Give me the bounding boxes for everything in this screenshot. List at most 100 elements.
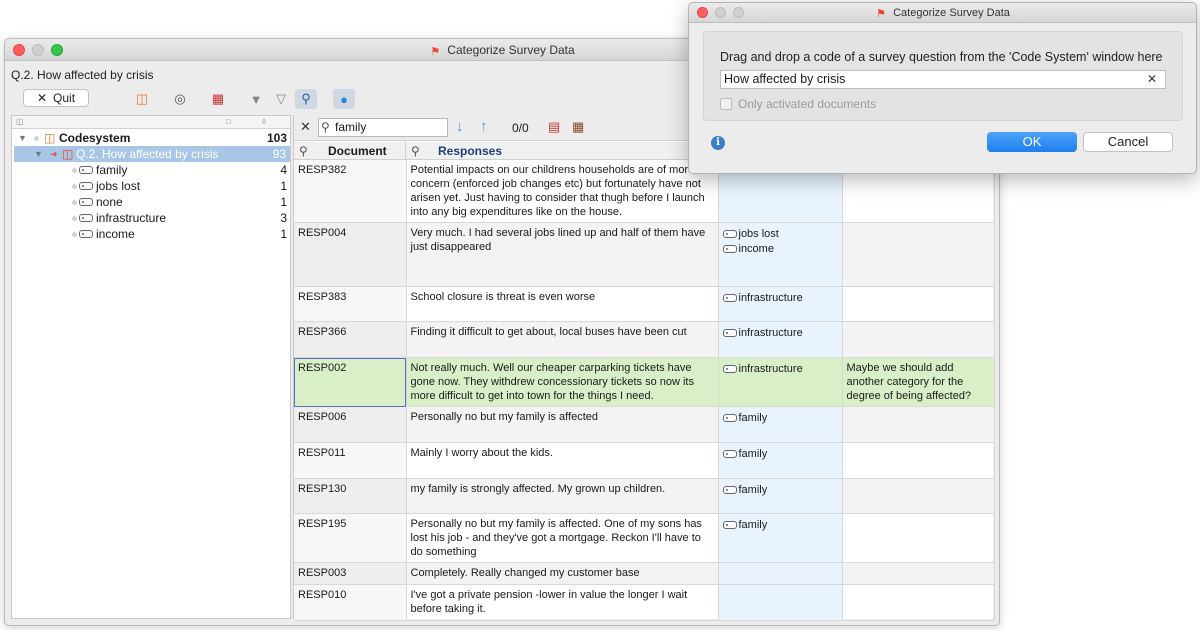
- codesystem-icon[interactable]: ◫: [131, 89, 153, 109]
- tree-item-codesystem[interactable]: ▼ ◫ Codesystem 103: [12, 130, 291, 146]
- table-row[interactable]: RESP003 Completely. Really changed my cu…: [294, 562, 995, 585]
- table-row[interactable]: RESP366 Finding it difficult to get abou…: [294, 321, 995, 358]
- response-cell[interactable]: Mainly I worry about the kids.: [406, 442, 719, 479]
- codes-cell[interactable]: infrastructure: [718, 286, 843, 322]
- code-chip[interactable]: family: [722, 518, 838, 532]
- zoom-dialog-button[interactable]: [733, 7, 744, 18]
- code-chip[interactable]: income: [722, 242, 838, 256]
- table-row[interactable]: RESP004 Very much. I had several jobs li…: [294, 222, 995, 287]
- memo-cell[interactable]: [842, 442, 995, 479]
- info-icon[interactable]: i: [711, 136, 725, 150]
- response-cell[interactable]: Personally no but my family is affected: [406, 406, 719, 443]
- table-row[interactable]: RESP010 I've got a private pension -lowe…: [294, 584, 995, 621]
- tree-item-code[interactable]: infrastructure 3: [12, 210, 291, 226]
- drop-zone[interactable]: Drag and drop a code of a survey questio…: [703, 31, 1183, 121]
- checkbox-box[interactable]: [720, 98, 732, 110]
- column-header-document[interactable]: ⚲ Document: [294, 142, 406, 160]
- codes-cell[interactable]: jobs lost income: [718, 222, 843, 287]
- document-cell[interactable]: RESP382: [294, 160, 407, 223]
- code-chip[interactable]: jobs lost: [722, 227, 838, 241]
- table-row[interactable]: RESP130 my family is strongly affected. …: [294, 478, 995, 514]
- response-cell[interactable]: my family is strongly affected. My grown…: [406, 478, 719, 514]
- memo-cell[interactable]: [842, 513, 995, 563]
- export-document-icon[interactable]: ▤: [548, 119, 560, 135]
- close-dialog-button[interactable]: [697, 7, 708, 18]
- codes-cell[interactable]: infrastructure: [718, 321, 843, 358]
- document-cell[interactable]: RESP366: [294, 321, 407, 358]
- document-cell[interactable]: RESP383: [294, 286, 407, 322]
- clear-filter-icon[interactable]: ▽: [270, 89, 292, 109]
- codes-cell[interactable]: [718, 562, 843, 585]
- new-code-icon[interactable]: ◎: [169, 89, 191, 109]
- table-view-icon[interactable]: ▦: [572, 119, 584, 135]
- memo-cell[interactable]: [842, 584, 995, 621]
- tree-item-code[interactable]: jobs lost 1: [12, 178, 291, 194]
- comment-icon[interactable]: ●: [333, 89, 355, 109]
- document-cell[interactable]: RESP195: [294, 513, 407, 563]
- memo-cell[interactable]: [842, 478, 995, 514]
- ok-button[interactable]: OK: [987, 132, 1077, 152]
- codes-cell[interactable]: family: [718, 406, 843, 443]
- arrow-up-icon[interactable]: ↑: [480, 118, 488, 135]
- memo-cell[interactable]: [842, 321, 995, 358]
- code-chip[interactable]: family: [722, 447, 838, 461]
- minimize-dialog-button[interactable]: [715, 7, 726, 18]
- memo-cell[interactable]: [842, 562, 995, 585]
- close-search-icon[interactable]: ✕: [300, 119, 311, 135]
- tree-item-code[interactable]: income 1: [12, 226, 291, 242]
- table-row-selected[interactable]: RESP002 Not really much. Well our cheape…: [294, 357, 995, 407]
- delete-code-icon[interactable]: ▦: [207, 89, 229, 109]
- codes-cell[interactable]: family: [718, 442, 843, 479]
- response-cell[interactable]: I've got a private pension -lower in val…: [406, 584, 719, 621]
- memo-cell[interactable]: [842, 222, 995, 287]
- quit-button[interactable]: ✕ Quit: [23, 89, 89, 107]
- tree-item-code[interactable]: family 4: [12, 162, 291, 178]
- code-chip[interactable]: infrastructure: [722, 326, 838, 340]
- codes-cell[interactable]: infrastructure: [718, 357, 843, 407]
- search-icon[interactable]: ⚲: [295, 89, 317, 109]
- response-cell[interactable]: Completely. Really changed my customer b…: [406, 562, 719, 585]
- response-cell[interactable]: Potential impacts on our childrens house…: [406, 160, 719, 223]
- response-cell[interactable]: Very much. I had several jobs lined up a…: [406, 222, 719, 287]
- document-cell[interactable]: RESP010: [294, 584, 407, 621]
- table-row[interactable]: RESP006 Personally no but my family is a…: [294, 406, 995, 443]
- response-cell[interactable]: Personally no but my family is affected.…: [406, 513, 719, 563]
- expand-triangle-icon[interactable]: ▼: [18, 130, 27, 146]
- document-cell[interactable]: RESP130: [294, 478, 407, 514]
- code-chip[interactable]: infrastructure: [722, 362, 838, 376]
- close-window-button[interactable]: [13, 44, 25, 56]
- document-cell[interactable]: RESP004: [294, 222, 407, 287]
- codes-cell[interactable]: family: [718, 478, 843, 514]
- document-cell[interactable]: RESP002: [294, 357, 407, 407]
- response-cell[interactable]: Finding it difficult to get about, local…: [406, 321, 719, 358]
- code-chip[interactable]: infrastructure: [722, 291, 838, 305]
- filter-icon[interactable]: ▼: [245, 89, 267, 109]
- table-row[interactable]: RESP383 School closure is threat is even…: [294, 286, 995, 322]
- code-chip[interactable]: family: [722, 411, 838, 425]
- question-field[interactable]: How affected by crisis ✕: [720, 70, 1166, 89]
- table-row[interactable]: RESP011 Mainly I worry about the kids. f…: [294, 442, 995, 479]
- search-input[interactable]: ⚲ family: [318, 118, 448, 137]
- bullet-icon: [72, 162, 79, 178]
- document-cell[interactable]: RESP006: [294, 406, 407, 443]
- cancel-button[interactable]: Cancel: [1083, 132, 1173, 152]
- table-row[interactable]: RESP195 Personally no but my family is a…: [294, 513, 995, 563]
- memo-cell[interactable]: [842, 406, 995, 443]
- memo-cell[interactable]: [842, 286, 995, 322]
- codes-cell[interactable]: [718, 584, 843, 621]
- codes-cell[interactable]: family: [718, 513, 843, 563]
- response-cell[interactable]: School closure is threat is even worse: [406, 286, 719, 322]
- response-cell[interactable]: Not really much. Well our cheaper carpar…: [406, 357, 719, 407]
- memo-cell[interactable]: Maybe we should add another category for…: [842, 357, 995, 407]
- clear-icon[interactable]: ✕: [1147, 71, 1157, 88]
- expand-triangle-icon[interactable]: ▼: [34, 146, 43, 162]
- code-chip[interactable]: family: [722, 483, 838, 497]
- document-cell[interactable]: RESP011: [294, 442, 407, 479]
- arrow-down-icon[interactable]: ↓: [456, 118, 464, 135]
- tree-item-code[interactable]: none 1: [12, 194, 291, 210]
- tree-item-question[interactable]: ▼ ➜ ◫ Q.2. How affected by crisis 93: [14, 146, 290, 162]
- only-activated-checkbox[interactable]: Only activated documents: [720, 97, 876, 111]
- document-cell[interactable]: RESP003: [294, 562, 407, 585]
- zoom-window-button[interactable]: [51, 44, 63, 56]
- minimize-window-button[interactable]: [32, 44, 44, 56]
